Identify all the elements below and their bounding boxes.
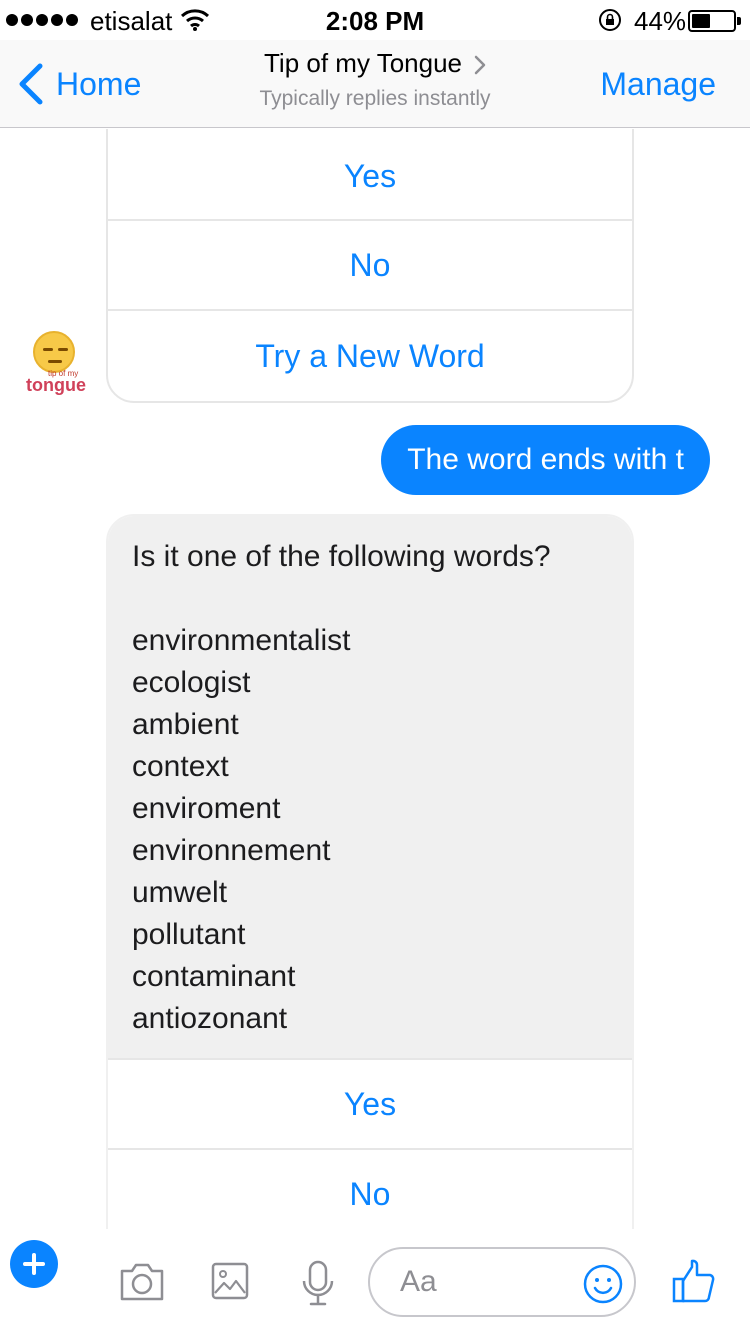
photo-icon[interactable]: [210, 1261, 250, 1301]
word-list: environmentalist ecologist ambient conte…: [132, 620, 610, 1040]
quick-replies-card: Yes No Try a New Word: [106, 129, 634, 403]
incoming-message-card: Is it one of the following words? enviro…: [106, 514, 634, 1229]
conversation-header[interactable]: Tip of my Tongue Typically replies insta…: [150, 48, 600, 111]
microphone-icon[interactable]: [300, 1259, 336, 1309]
battery-icon: [688, 10, 741, 32]
conversation-subtitle: Typically replies instantly: [259, 87, 491, 110]
avatar-logo-text: tongue: [26, 375, 86, 395]
chat-thread[interactable]: Yes No Try a New Word tip of my tongue T…: [0, 129, 750, 1229]
word-item: ambient: [132, 708, 239, 741]
word-item: context: [132, 750, 229, 783]
conversation-title-row: Tip of my Tongue: [264, 48, 486, 79]
manage-button[interactable]: Manage: [600, 66, 716, 103]
word-item: umwelt: [132, 876, 228, 909]
back-button[interactable]: Home: [14, 62, 141, 106]
battery-percent: 44%: [634, 6, 687, 36]
camera-icon[interactable]: [118, 1261, 166, 1303]
back-label: Home: [56, 65, 142, 102]
word-item: contaminant: [132, 960, 296, 993]
conversation-title: Tip of my Tongue: [264, 48, 462, 78]
chevron-right-icon: [474, 55, 486, 74]
word-item: environnement: [132, 834, 331, 867]
quick-reply-no-button[interactable]: No: [108, 221, 632, 311]
nav-bar: Home Tip of my Tongue Typically replies …: [0, 40, 750, 128]
quick-reply-yes-button[interactable]: Yes: [108, 129, 632, 221]
word-item: environmentalist: [132, 624, 351, 657]
outgoing-message-bubble[interactable]: The word ends with t: [381, 425, 710, 495]
bot-avatar[interactable]: tip of my tongue: [26, 331, 88, 407]
message-input-placeholder: Aa: [400, 1265, 437, 1298]
message-input[interactable]: Aa: [368, 1247, 636, 1317]
word-item: enviroment: [132, 792, 281, 825]
message-question: Is it one of the following words?: [132, 540, 551, 573]
quick-reply-no-button[interactable]: No: [108, 1148, 632, 1229]
word-item: ecologist: [132, 666, 251, 699]
chevron-left-icon: [19, 63, 43, 105]
composer-bar: Aa: [0, 1229, 750, 1334]
emoji-icon[interactable]: [582, 1263, 624, 1305]
quick-reply-yes-button[interactable]: Yes: [108, 1058, 632, 1148]
quick-reply-try-new-word-button[interactable]: Try a New Word: [108, 311, 632, 401]
incoming-message-bubble[interactable]: Is it one of the following words? enviro…: [108, 516, 632, 1058]
unamused-face-icon: [33, 331, 75, 373]
word-item: antiozonant: [132, 1002, 288, 1035]
orientation-lock-icon: [599, 9, 621, 31]
status-bar: etisalat 2:08 PM 44%: [0, 0, 750, 40]
thumbs-up-icon[interactable]: [670, 1257, 718, 1305]
plus-icon[interactable]: [10, 1240, 58, 1288]
word-item: pollutant: [132, 918, 246, 951]
